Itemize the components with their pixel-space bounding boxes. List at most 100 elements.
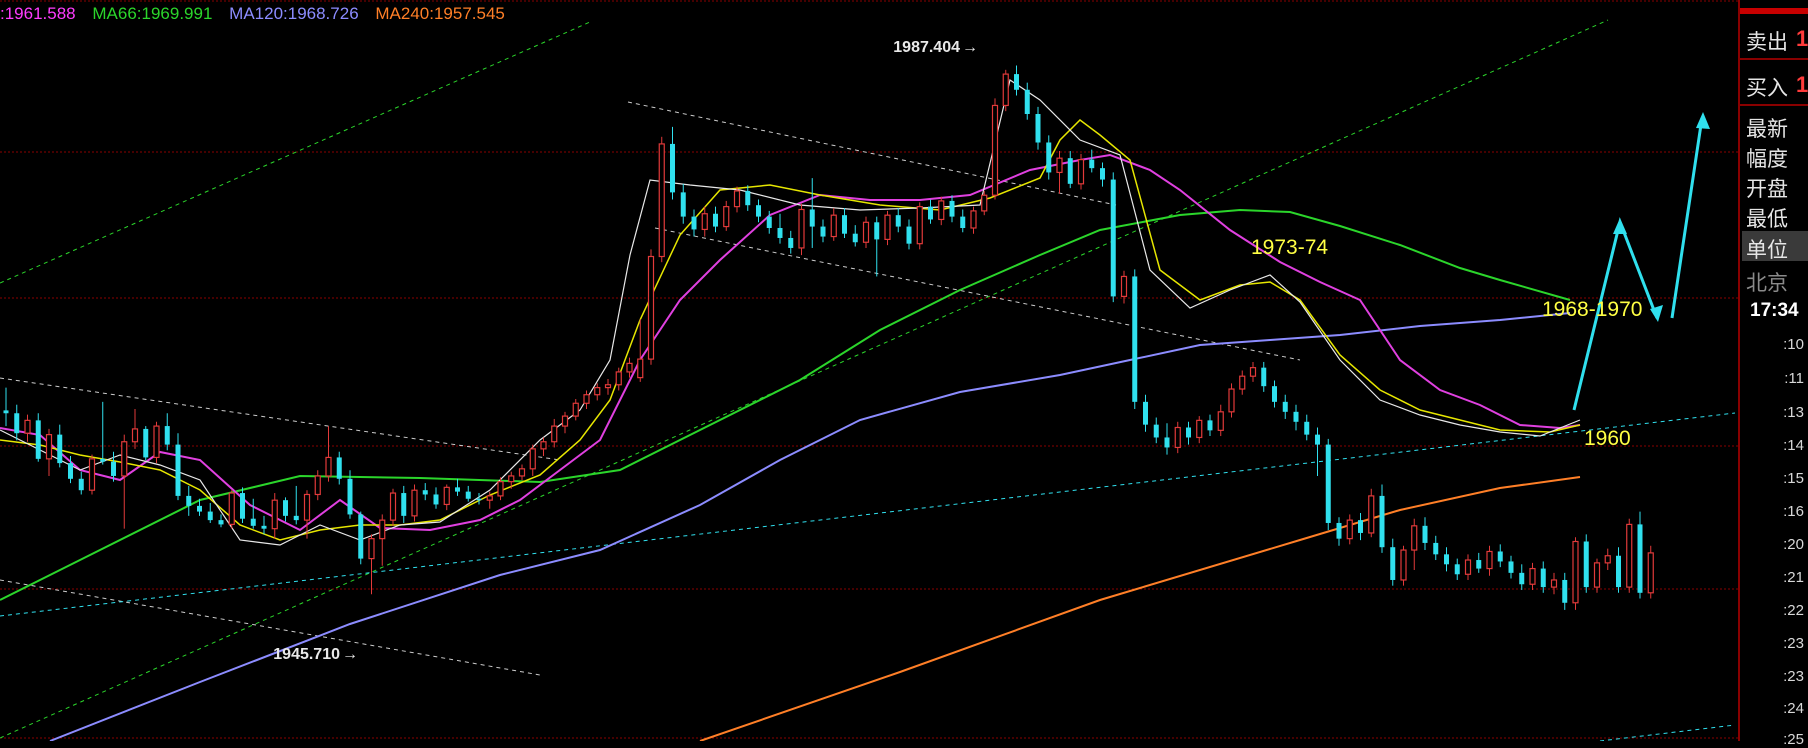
- candle: [1637, 511, 1643, 599]
- candle: [1604, 548, 1611, 570]
- candle-body: [293, 515, 299, 521]
- candle-body: [1014, 74, 1019, 90]
- candle: [1315, 427, 1320, 476]
- candle-body: [111, 461, 116, 476]
- low-price-arrow: →: [342, 646, 358, 663]
- candle-body: [1400, 549, 1407, 581]
- candle-body: [1379, 495, 1385, 548]
- candle-body: [637, 358, 644, 379]
- candle-body: [1476, 560, 1482, 569]
- candle: [1089, 149, 1095, 173]
- candle: [604, 379, 612, 395]
- candle-body: [1616, 555, 1621, 588]
- high-price-label: 1987.404: [893, 39, 960, 56]
- candle-body: [809, 209, 815, 227]
- candle-body: [1336, 522, 1342, 539]
- candle: [1024, 82, 1030, 120]
- candle: [186, 485, 192, 516]
- divider: [1740, 104, 1808, 106]
- candle-body: [250, 518, 256, 526]
- candle: [389, 488, 397, 526]
- latest-label: 最新: [1746, 118, 1788, 141]
- candle: [443, 484, 450, 511]
- candle: [1174, 421, 1181, 454]
- trend-channels: [0, 19, 1736, 741]
- ma-short-white-line: [0, 79, 1581, 546]
- sell-label[interactable]: 卖出: [1746, 26, 1788, 56]
- candle: [1464, 554, 1472, 580]
- candle-body: [153, 425, 160, 459]
- candle: [35, 413, 41, 462]
- candle-body: [1315, 434, 1320, 445]
- side-top-bar: [1740, 8, 1808, 14]
- candle-body: [422, 490, 428, 495]
- candle-body: [733, 190, 741, 208]
- candle-body: [551, 425, 558, 443]
- candle-body: [1454, 564, 1460, 575]
- candle: [874, 216, 880, 277]
- candle-body: [1411, 525, 1418, 551]
- candle-body: [916, 206, 923, 245]
- candle-body: [1186, 427, 1191, 438]
- candle-body: [1207, 420, 1213, 431]
- candle-body: [647, 255, 655, 360]
- candle-body: [1390, 547, 1396, 580]
- buy-label[interactable]: 买入: [1746, 72, 1788, 102]
- candle-body: [186, 495, 192, 506]
- candle-body: [604, 384, 612, 389]
- candle-body: [756, 205, 761, 217]
- candle-body: [336, 457, 342, 479]
- candle-body: [1261, 367, 1267, 387]
- low-label: 最低: [1746, 208, 1788, 231]
- candle: [1228, 383, 1235, 418]
- candle-body: [24, 419, 31, 434]
- candle: [476, 493, 482, 505]
- candle: [938, 196, 945, 226]
- candle: [949, 195, 955, 223]
- candle: [1368, 488, 1375, 538]
- candle-body: [1153, 424, 1159, 438]
- candle: [1100, 162, 1105, 187]
- candle: [723, 200, 730, 231]
- tick-row: :10: [1783, 336, 1804, 353]
- candle-body: [389, 492, 397, 521]
- tick-row: :20: [1783, 536, 1804, 553]
- candle: [175, 433, 181, 501]
- candle: [121, 434, 128, 529]
- candle-body: [131, 428, 139, 443]
- candle: [1433, 535, 1439, 561]
- moving-average-lines: [0, 79, 1581, 741]
- candle-body: [1368, 495, 1375, 534]
- candle-body: [121, 441, 128, 477]
- candle-body: [561, 415, 569, 427]
- candle-body: [658, 143, 665, 258]
- candle-body: [1540, 568, 1546, 588]
- candle-body: [271, 499, 278, 530]
- candle-body: [583, 394, 590, 404]
- candle-body: [788, 237, 794, 248]
- candle-body: [78, 478, 84, 491]
- beijing-label: 北京: [1746, 272, 1788, 295]
- candle: [433, 487, 439, 509]
- candle: [271, 493, 278, 539]
- unit-label[interactable]: 单位: [1746, 234, 1788, 264]
- candle: [1454, 558, 1460, 580]
- candle-body: [1077, 159, 1085, 185]
- quote-side-panel: 卖出 1 买入 1 最新 幅度 开盘 最低 单位 北京 17:34 :10 :1…: [1738, 0, 1808, 748]
- ma66-line: [0, 208, 1571, 601]
- candle-body: [713, 213, 718, 227]
- candle: [1304, 414, 1310, 441]
- candle: [3, 387, 9, 427]
- tick-row: :11: [1784, 370, 1804, 387]
- candle-body: [1100, 168, 1105, 180]
- candle-body: [949, 200, 955, 217]
- arrow-head-icon: [1613, 218, 1627, 234]
- candle: [1529, 562, 1536, 590]
- candle: [960, 209, 966, 233]
- candle-body: [1196, 419, 1203, 439]
- candle: [143, 426, 149, 461]
- candle-body: [1120, 275, 1128, 298]
- price-chart[interactable]: 1987.404 → 1945.710 → 1973-74 1968-1970 …: [0, 0, 1738, 741]
- candle: [57, 424, 63, 468]
- candle-body: [1444, 554, 1449, 565]
